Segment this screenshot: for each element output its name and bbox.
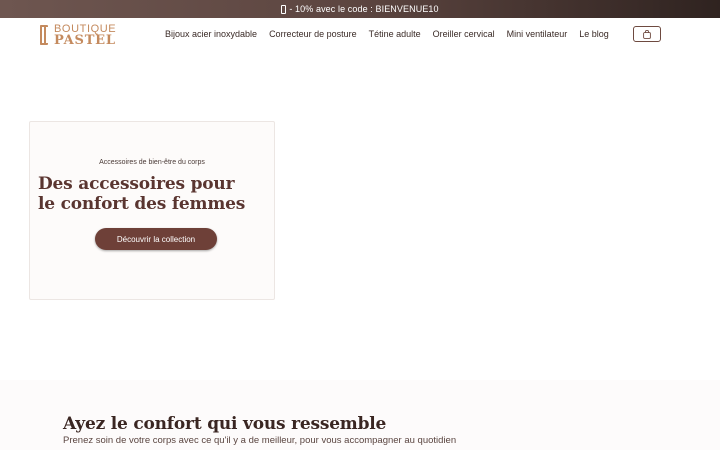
section-title: Ayez le confort qui vous ressemble [63, 414, 387, 434]
nav-item-correcteur[interactable]: Correcteur de posture [269, 29, 357, 39]
logo[interactable]: BOUTIQUE PASTEL [40, 22, 120, 48]
hero-card: Accessoires de bien-être du corps Des ac… [29, 121, 275, 300]
nav-item-bijoux[interactable]: Bijoux acier inoxydable [165, 29, 257, 39]
section-subtitle: Prenez soin de votre corps avec ce qu'il… [63, 435, 457, 446]
nav-item-ventilateur[interactable]: Mini ventilateur [507, 29, 568, 39]
nav-item-oreiller[interactable]: Oreiller cervical [433, 29, 495, 39]
hero-eyebrow: Accessoires de bien-être du corps [99, 159, 205, 166]
nav-item-blog[interactable]: Le blog [579, 29, 609, 39]
hero-title-line1: Des accessoires pour [38, 174, 235, 194]
logo-line2: PASTEL [54, 33, 116, 48]
hero-title: Des accessoires pour le confort des femm… [38, 174, 268, 214]
discover-collection-button[interactable]: Découvrir la collection [95, 228, 217, 250]
tag-icon [281, 4, 287, 14]
announcement-text: - 10% avec le code : BIENVENUE10 [289, 4, 439, 14]
main-nav: Bijoux acier inoxydable Correcteur de po… [165, 29, 609, 39]
hero-title-line2: le confort des femmes [38, 194, 246, 214]
cart-button[interactable] [633, 26, 661, 42]
comfort-section: Ayez le confort qui vous ressemble Prene… [0, 380, 720, 450]
site-header: BOUTIQUE PASTEL Bijoux acier inoxydable … [0, 18, 720, 52]
shopping-bag-icon [643, 29, 651, 39]
announcement-bar: - 10% avec le code : BIENVENUE10 [0, 0, 720, 18]
logo-mark-icon [40, 25, 48, 45]
nav-item-tetine[interactable]: Tétine adulte [369, 29, 421, 39]
